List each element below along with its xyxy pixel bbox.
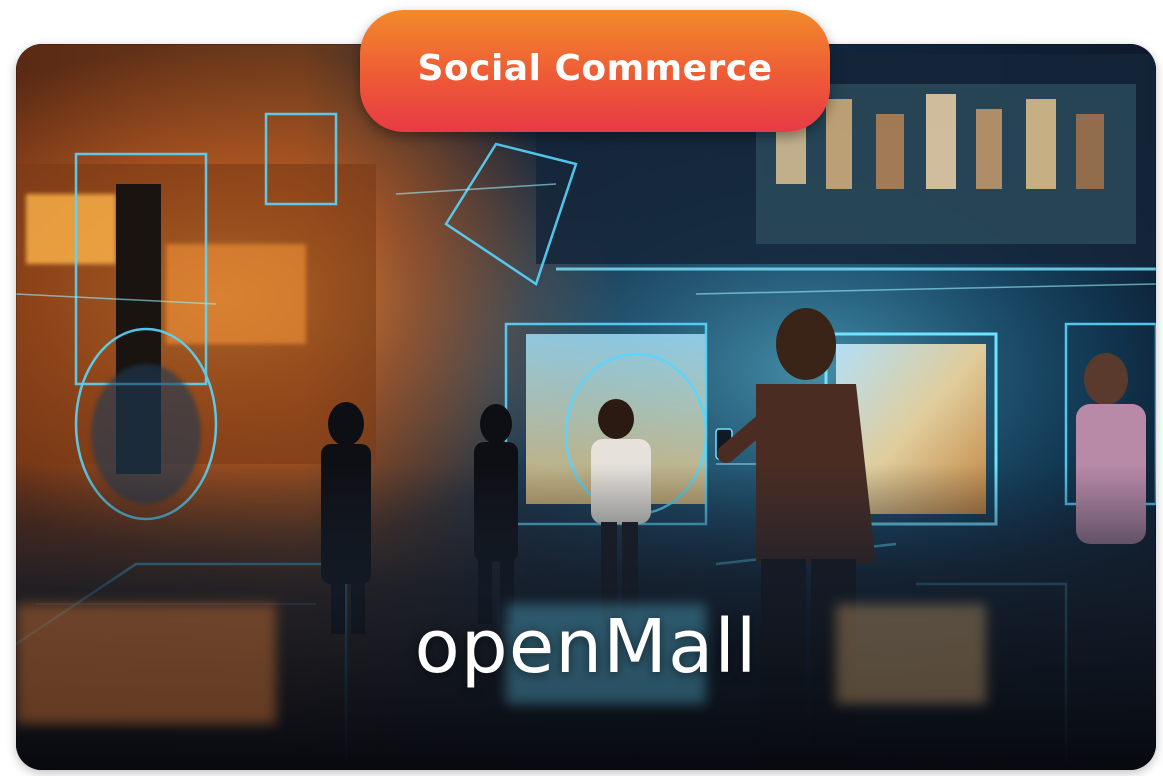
card-title: openMall	[414, 604, 758, 690]
badge-label: Social Commerce	[417, 48, 773, 89]
openmall-card[interactable]: openMall	[16, 44, 1156, 770]
promo-tile: openMall Social Commerce	[0, 0, 1163, 776]
category-badge[interactable]: Social Commerce	[360, 10, 830, 132]
